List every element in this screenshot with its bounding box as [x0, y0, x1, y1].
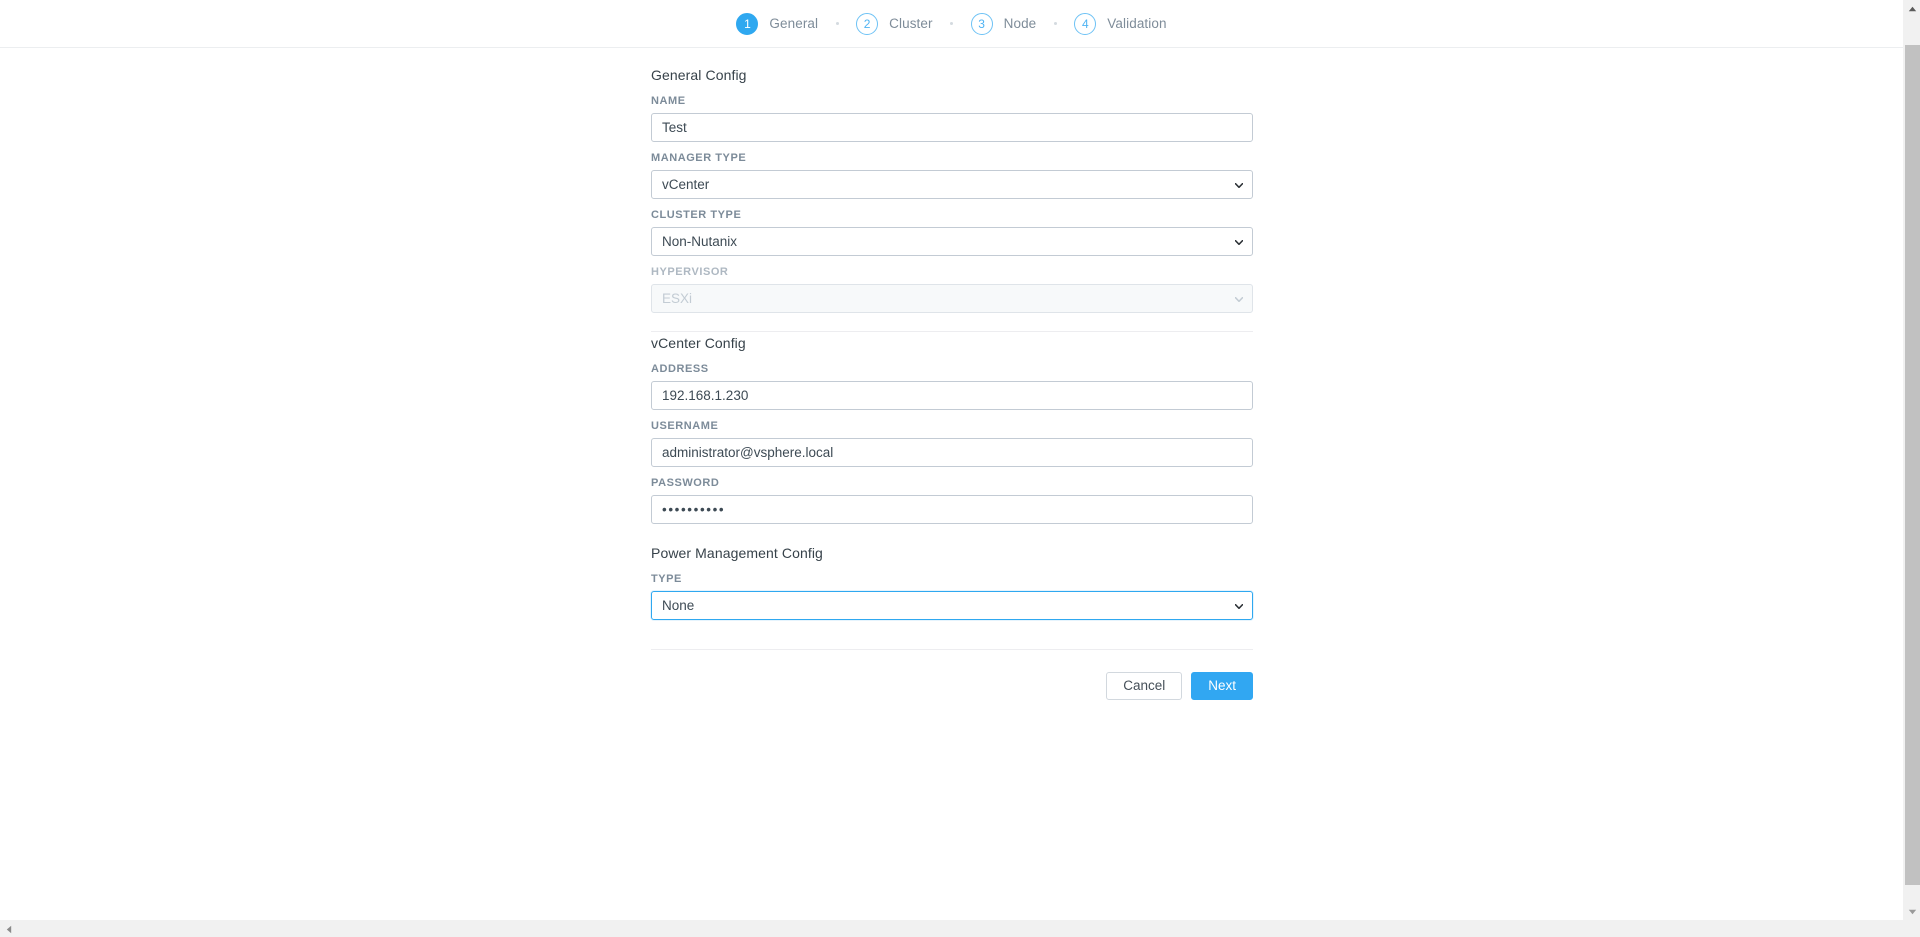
section-title-vcenter-config: vCenter Config: [651, 335, 746, 351]
power-type-select[interactable]: None: [651, 591, 1253, 620]
wizard-step-validation[interactable]: 4 Validation: [1074, 12, 1167, 35]
page-viewport: 1 General 2 Cluster 3 Node 4 Validation: [0, 0, 1903, 920]
label-manager-type: MANAGER TYPE: [651, 152, 747, 164]
chevron-down-icon: [1235, 603, 1243, 609]
next-button[interactable]: Next: [1191, 672, 1253, 700]
vertical-scrollbar-thumb[interactable]: [1905, 45, 1920, 885]
chevron-down-icon: [1235, 296, 1243, 302]
field-power-type: TYPE None: [651, 573, 1253, 620]
step-badge-3: 3: [970, 12, 993, 35]
scrollbar-corner: [1903, 920, 1920, 937]
label-power-type: TYPE: [651, 573, 682, 585]
vertical-scrollbar[interactable]: [1903, 0, 1920, 920]
username-input[interactable]: [651, 438, 1253, 467]
section-title-general-config: General Config: [651, 67, 747, 83]
label-address: ADDRESS: [651, 363, 709, 375]
step-separator-3: [1036, 22, 1074, 25]
cancel-button[interactable]: Cancel: [1106, 672, 1183, 700]
wizard-step-node[interactable]: 3 Node: [970, 12, 1037, 35]
field-manager-type: MANAGER TYPE vCenter: [651, 152, 1253, 199]
wizard-header: 1 General 2 Cluster 3 Node 4 Validation: [0, 0, 1903, 48]
label-username: USERNAME: [651, 420, 719, 432]
vcenter-config-section: vCenter Config: [651, 335, 746, 351]
power-type-value: None: [662, 598, 695, 613]
section-title-power-management-config: Power Management Config: [651, 545, 823, 561]
password-input[interactable]: ••••••••••: [651, 495, 1253, 524]
app-root: 1 General 2 Cluster 3 Node 4 Validation: [0, 0, 1920, 937]
field-username: USERNAME: [651, 420, 1253, 467]
manager-type-select[interactable]: vCenter: [651, 170, 1253, 199]
section-divider-2: [651, 649, 1253, 650]
field-address: ADDRESS: [651, 363, 1253, 410]
cluster-type-value: Non-Nutanix: [662, 234, 738, 249]
address-input[interactable]: [651, 381, 1253, 410]
name-input[interactable]: [651, 113, 1253, 142]
hypervisor-select: ESXi: [651, 284, 1253, 313]
step-badge-4: 4: [1074, 12, 1097, 35]
scroll-left-arrow-icon[interactable]: [0, 921, 17, 937]
step-label-cluster: Cluster: [889, 16, 933, 31]
step-badge-2: 2: [856, 12, 879, 35]
horizontal-scrollbar[interactable]: [0, 920, 1920, 937]
password-masked-value: ••••••••••: [662, 502, 726, 517]
general-config-section: General Config: [651, 67, 747, 83]
manager-type-value: vCenter: [662, 177, 710, 192]
step-label-node: Node: [1003, 16, 1037, 31]
step-label-general: General: [769, 16, 819, 31]
step-badge-1: 1: [736, 12, 759, 35]
cluster-type-select[interactable]: Non-Nutanix: [651, 227, 1253, 256]
wizard-step-general[interactable]: 1 General: [736, 12, 819, 35]
chevron-down-icon: [1235, 239, 1243, 245]
field-cluster-type: CLUSTER TYPE Non-Nutanix: [651, 209, 1253, 256]
label-password: PASSWORD: [651, 477, 720, 489]
label-hypervisor: HYPERVISOR: [651, 266, 729, 278]
label-cluster-type: CLUSTER TYPE: [651, 209, 742, 221]
field-hypervisor: HYPERVISOR ESXi: [651, 266, 1253, 313]
hypervisor-value: ESXi: [662, 291, 693, 306]
form-actions: Cancel Next: [651, 672, 1253, 700]
step-label-validation: Validation: [1107, 16, 1167, 31]
power-management-config-section: Power Management Config: [651, 545, 823, 561]
label-name: NAME: [651, 95, 686, 107]
field-name: NAME: [651, 95, 1253, 142]
step-separator-2: [933, 22, 971, 25]
field-password: PASSWORD ••••••••••: [651, 477, 1253, 524]
chevron-down-icon: [1235, 182, 1243, 188]
scroll-down-arrow-icon[interactable]: [1904, 903, 1920, 920]
step-separator-1: [818, 22, 856, 25]
section-divider-1: [651, 331, 1253, 332]
wizard-step-cluster[interactable]: 2 Cluster: [856, 12, 933, 35]
scroll-up-arrow-icon[interactable]: [1904, 0, 1920, 17]
wizard-stepper: 1 General 2 Cluster 3 Node 4 Validation: [0, 0, 1903, 47]
wizard-body: General Config NAME MANAGER TYPE vCenter: [0, 48, 1903, 920]
